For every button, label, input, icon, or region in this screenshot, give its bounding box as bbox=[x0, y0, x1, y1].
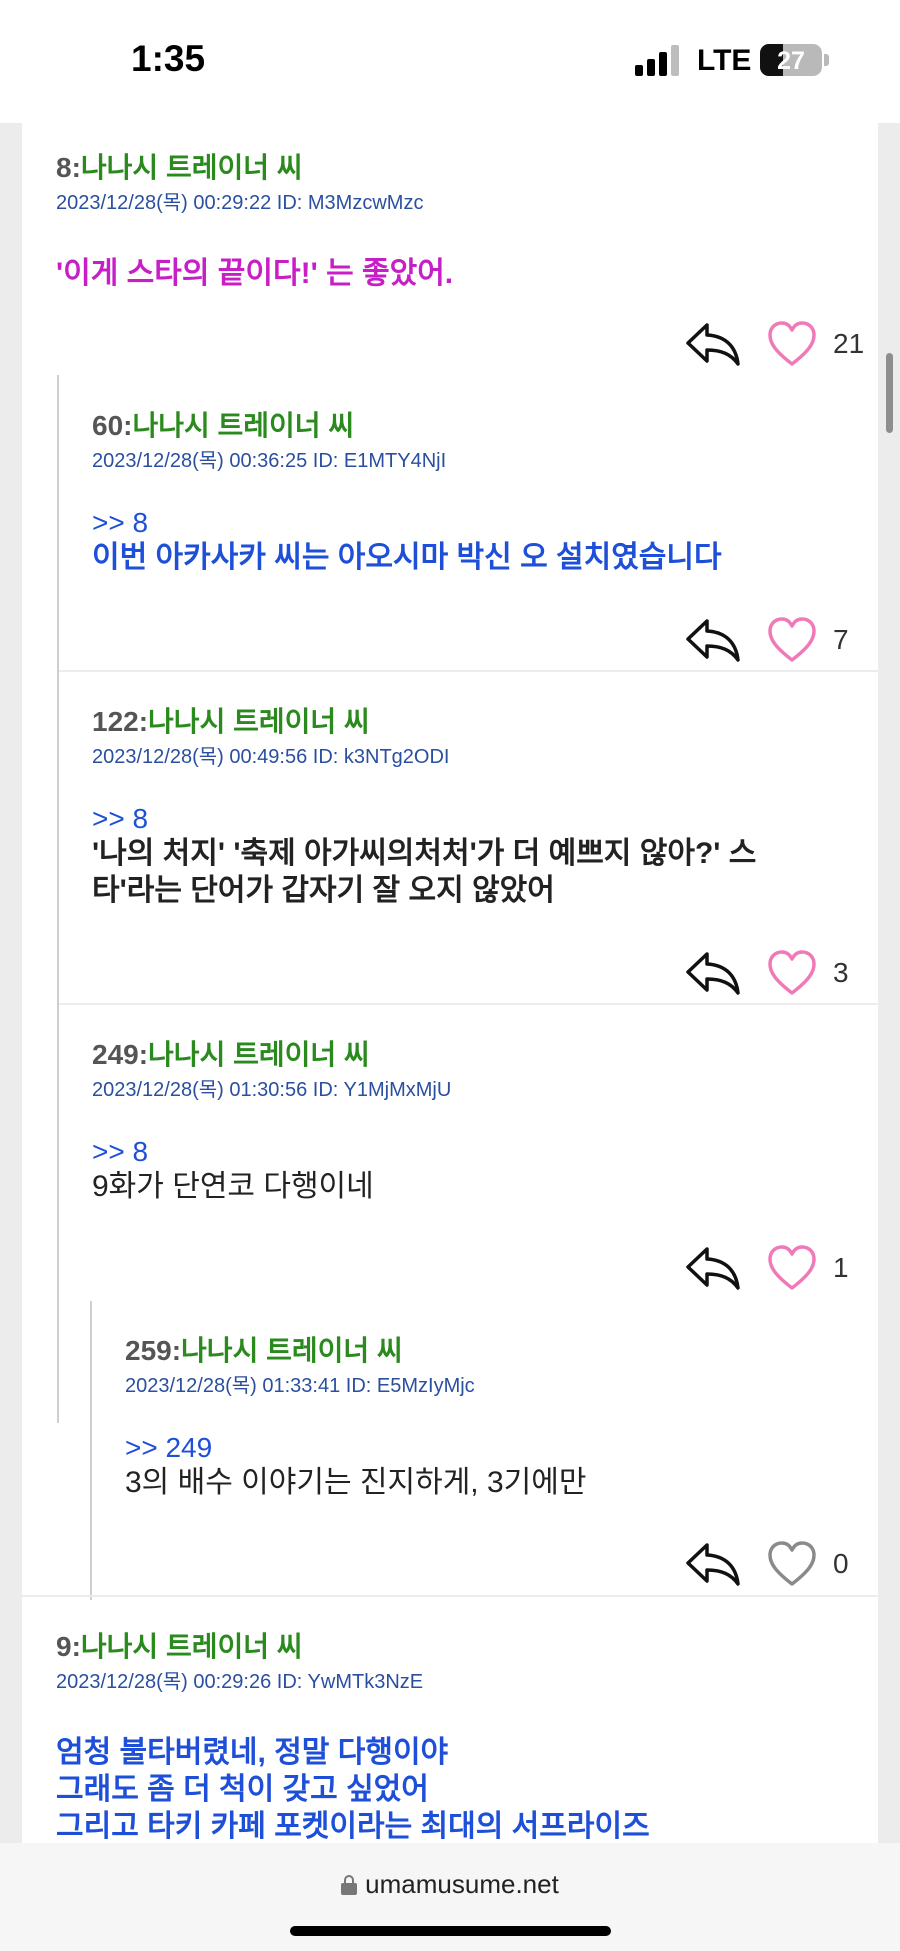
reply-arrow-icon[interactable] bbox=[685, 319, 741, 369]
post-meta: 2023/12/28(목) 01:30:56 ID: Y1MjMxMjU bbox=[92, 1079, 452, 1101]
post-60: 60:나나시 트레이너 씨 2023/12/28(목) 00:36:25 ID:… bbox=[92, 409, 872, 576]
url-text: umamusume.net bbox=[365, 1869, 559, 1899]
status-bar: 1:35 LTE 27 bbox=[0, 0, 900, 123]
divider bbox=[59, 1003, 878, 1005]
post-122: 122:나나시 트레이너 씨 2023/12/28(목) 00:49:56 ID… bbox=[92, 705, 872, 909]
lock-icon bbox=[341, 1875, 358, 1895]
cellular-signal-icon bbox=[635, 44, 681, 76]
reply-link[interactable]: >> 8 bbox=[92, 1136, 872, 1168]
post-header: 60:나나시 트레이너 씨 bbox=[92, 409, 872, 443]
post-meta: 2023/12/28(목) 00:29:22 ID: M3MzcwMzc bbox=[56, 192, 424, 214]
heart-icon[interactable] bbox=[767, 948, 817, 998]
post-249: 249:나나시 트레이너 씨 2023/12/28(목) 01:30:56 ID… bbox=[92, 1038, 872, 1205]
post-body-line: 이번 아카사카 씨는 아오시마 박신 오 설치였습니다 bbox=[92, 541, 722, 574]
reply-link[interactable]: >> 8 bbox=[92, 803, 872, 835]
post-actions: 7 bbox=[685, 615, 875, 667]
post-9: 9:나나시 트레이너 씨 2023/12/28(목) 00:29:26 ID: … bbox=[56, 1630, 856, 1843]
thread-line-level-2 bbox=[90, 1301, 92, 1600]
post-number: 259: bbox=[125, 1335, 182, 1366]
post-header: 8:나나시 트레이너 씨 bbox=[56, 151, 856, 185]
post-actions: 3 bbox=[685, 948, 875, 1000]
post-actions: 0 bbox=[685, 1539, 875, 1591]
post-meta: 2023/12/28(목) 00:49:56 ID: k3NTg2ODI bbox=[92, 746, 450, 768]
thread-line-level-1 bbox=[57, 375, 59, 1423]
post-body-line: 엄청 불타버렸네, 정말 다행이야 bbox=[56, 1736, 449, 1769]
network-type: LTE bbox=[697, 44, 752, 77]
reply-arrow-icon[interactable] bbox=[685, 615, 741, 665]
poster-name: 나나시 트레이너 씨 bbox=[148, 706, 370, 737]
heart-icon[interactable] bbox=[767, 1243, 817, 1293]
post-259: 259:나나시 트레이너 씨 2023/12/28(목) 01:33:41 ID… bbox=[125, 1334, 865, 1501]
post-header: 122:나나시 트레이너 씨 bbox=[92, 705, 872, 739]
divider bbox=[22, 1595, 878, 1597]
post-body-line: 타'라는 단어가 갑자기 잘 오지 않았어 bbox=[92, 874, 555, 907]
post-body-line: 그래도 좀 더 척이 갖고 싶었어 bbox=[56, 1773, 429, 1806]
heart-icon[interactable] bbox=[767, 615, 817, 665]
home-indicator[interactable] bbox=[290, 1926, 611, 1936]
post-number: 122: bbox=[92, 706, 149, 737]
battery-icon: 27 bbox=[760, 44, 822, 76]
like-count: 7 bbox=[833, 624, 849, 655]
divider bbox=[59, 670, 878, 672]
scrollbar[interactable] bbox=[886, 353, 893, 433]
post-header: 249:나나시 트레이너 씨 bbox=[92, 1038, 872, 1072]
like-count: 1 bbox=[833, 1252, 849, 1283]
poster-name: 나나시 트레이너 씨 bbox=[148, 1039, 370, 1070]
url-display[interactable]: umamusume.net bbox=[0, 1869, 900, 1900]
clock: 1:35 bbox=[131, 38, 206, 79]
post-body-line: '나의 처지' '축제 아가씨의처처'가 더 예쁘지 않아?' 스 bbox=[92, 837, 757, 870]
heart-icon[interactable] bbox=[767, 1539, 817, 1589]
post-body-line: 그리고 타키 카페 포켓이라는 최대의 서프라이즈 bbox=[56, 1810, 650, 1843]
post-meta: 2023/12/28(목) 00:36:25 ID: E1MTY4NjI bbox=[92, 450, 447, 472]
poster-name: 나나시 트레이너 씨 bbox=[181, 1335, 403, 1366]
like-count: 3 bbox=[833, 957, 849, 988]
battery-tip bbox=[824, 54, 829, 66]
reply-link[interactable]: >> 8 bbox=[92, 507, 872, 539]
post-body-line: 9화가 단연코 다행이네 bbox=[92, 1170, 374, 1203]
post-number: 60: bbox=[92, 410, 133, 441]
browser-url-bar[interactable]: umamusume.net bbox=[0, 1843, 900, 1951]
post-number: 8: bbox=[56, 152, 81, 183]
post-header: 9:나나시 트레이너 씨 bbox=[56, 1630, 856, 1664]
post-actions: 1 bbox=[685, 1243, 875, 1295]
poster-name: 나나시 트레이너 씨 bbox=[132, 410, 355, 441]
web-content[interactable]: 8:나나시 트레이너 씨 2023/12/28(목) 00:29:22 ID: … bbox=[0, 123, 900, 1843]
post-body-line: '이게 스타의 끝이다!' 는 좋았어. bbox=[56, 257, 454, 290]
like-count: 21 bbox=[833, 328, 865, 359]
heart-icon[interactable] bbox=[767, 319, 817, 369]
reply-arrow-icon[interactable] bbox=[685, 948, 741, 998]
post-meta: 2023/12/28(목) 01:33:41 ID: E5MzIyMjc bbox=[125, 1375, 475, 1397]
poster-name: 나나시 트레이너 씨 bbox=[80, 152, 303, 183]
poster-name: 나나시 트레이너 씨 bbox=[80, 1631, 303, 1662]
post-actions: 21 bbox=[685, 319, 875, 371]
thread-sheet: 8:나나시 트레이너 씨 2023/12/28(목) 00:29:22 ID: … bbox=[22, 123, 878, 1843]
reply-link[interactable]: >> 249 bbox=[125, 1432, 865, 1464]
post-8: 8:나나시 트레이너 씨 2023/12/28(목) 00:29:22 ID: … bbox=[56, 151, 856, 292]
post-header: 259:나나시 트레이너 씨 bbox=[125, 1334, 865, 1368]
battery-level: 27 bbox=[777, 47, 805, 75]
post-body-line: 3의 배수 이야기는 진지하게, 3기에만 bbox=[125, 1466, 587, 1499]
like-count: 0 bbox=[833, 1548, 849, 1579]
post-meta: 2023/12/28(목) 00:29:26 ID: YwMTk3NzE bbox=[56, 1671, 424, 1693]
post-number: 249: bbox=[92, 1039, 149, 1070]
reply-arrow-icon[interactable] bbox=[685, 1243, 741, 1293]
reply-arrow-icon[interactable] bbox=[685, 1539, 741, 1589]
post-number: 9: bbox=[56, 1631, 81, 1662]
